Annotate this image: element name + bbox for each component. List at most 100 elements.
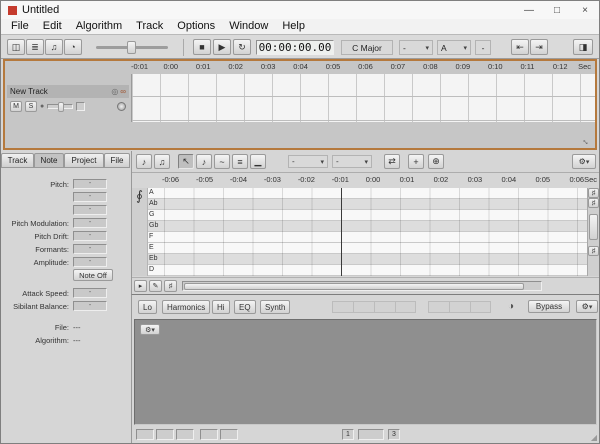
monitor-icon[interactable]: ◎ [111,87,118,96]
panel-toggle-icon[interactable]: ◨ [573,39,593,55]
play-button[interactable]: ▶ [213,39,231,55]
playhead[interactable] [341,188,342,276]
note-off-button[interactable]: Note Off [73,269,113,281]
volume-slider-handle[interactable] [58,102,64,112]
arrangement-view-icon[interactable]: ◫ [7,39,25,55]
pitch-value[interactable]: - [73,179,107,189]
window-resize-grip[interactable]: ◢ [591,433,597,442]
snap-left-icon[interactable]: ⇤ [511,39,529,55]
track-header[interactable]: New Track ◎ ∞ [7,85,129,98]
clock-view-icon[interactable]: ◔ [64,39,82,55]
track-lane-row[interactable] [132,74,595,97]
tab-harmonics[interactable]: Harmonics [162,300,210,314]
macro-segment[interactable] [332,301,353,313]
minimize-button[interactable]: — [515,1,543,19]
pitch-modulation-value[interactable]: - [73,218,107,228]
tab-track[interactable]: Track [1,153,34,168]
scale-sharp-button[interactable]: ♯ [588,246,599,256]
pitch-drift-value[interactable]: - [73,231,107,241]
close-button[interactable]: × [571,1,599,19]
macro-segment[interactable] [374,301,395,313]
tool-value-box-1[interactable]: - ▾ [288,155,328,168]
output-checkbox[interactable] [76,102,85,111]
tab-hi[interactable]: Hi [212,300,230,314]
pitch-row[interactable]: D [148,265,587,276]
sibilant-balance-value[interactable]: - [73,301,107,311]
display-gear-icon[interactable]: ⚙ ▾ [140,324,160,335]
zoom-slider-handle[interactable] [127,41,136,54]
editor-horizontal-scrollbar[interactable] [182,281,542,291]
cycle-button[interactable]: ↻ [233,39,251,55]
tab-file[interactable]: File [104,153,130,168]
sound-editor-display[interactable]: ⚙ ▾ [134,319,597,425]
macro-segment[interactable] [449,301,470,313]
scale-mode-selector[interactable]: - ▾ [399,40,433,55]
vibrato-tool-icon[interactable]: ~ [214,154,230,169]
tool-value-box-2[interactable]: - ▾ [332,155,372,168]
tab-note[interactable]: Note [34,153,64,168]
amplitude-value[interactable]: - [73,257,107,267]
macro-segment[interactable] [353,301,374,313]
bypass-button[interactable]: Bypass [528,300,570,313]
editor-settings-gear-icon[interactable]: ⚙ ▾ [572,154,596,169]
key-selector[interactable]: C Major [341,40,393,55]
track-ruler[interactable]: -0:01 0:00 0:01 0:02 0:03 0:04 0:05 0:06… [131,62,571,74]
hscroll-thumb[interactable] [184,283,524,290]
menu-options[interactable]: Options [170,19,222,34]
panel-resize-grip[interactable]: ↔ [580,134,593,147]
reference-pitch-selector[interactable]: A ▾ [437,40,471,55]
sharp-icon[interactable]: ♯ [164,280,177,292]
volume-slider-track[interactable] [47,104,73,109]
mixer-view-icon[interactable]: ≣ [26,39,44,55]
pencil-icon[interactable]: ✎ [149,280,162,292]
tab-lo[interactable]: Lo [138,300,157,314]
macro-slot[interactable] [176,429,194,440]
editor-vertical-scrollbar[interactable]: ♯ ♯ ♯ [587,188,599,276]
tab-eq[interactable]: EQ [234,300,256,314]
pitch-hz-value[interactable]: - [73,205,107,215]
note-mode-icon[interactable]: ♪ [136,154,152,169]
macro-slot[interactable] [220,429,238,440]
page-current[interactable]: 1 [342,429,354,440]
scroll-tool-icon[interactable]: + [408,154,424,169]
main-tool-icon[interactable]: ↖ [178,154,194,169]
formants-value[interactable]: - [73,244,107,254]
macro-segment[interactable] [470,301,491,313]
time-display[interactable]: 00:00:00.00 [256,40,334,55]
macro-slot[interactable] [156,429,174,440]
record-arm-icon[interactable]: ● [40,103,44,110]
pitch-row[interactable]: G [148,210,587,221]
tab-synth[interactable]: Synth [260,300,290,314]
sound-settings-gear-icon[interactable]: ⚙ ▾ [576,300,598,313]
page-slider[interactable] [358,429,384,440]
menu-window[interactable]: Window [222,19,275,34]
attack-speed-value[interactable]: - [73,288,107,298]
tab-project[interactable]: Project [64,153,104,168]
stop-button[interactable]: ■ [193,39,211,55]
track-name[interactable]: New Track [10,87,48,96]
pitch-row[interactable]: Gb [148,221,587,232]
menu-algorithm[interactable]: Algorithm [69,19,129,34]
zoom-tool-icon[interactable]: ⊕ [428,154,444,169]
page-total[interactable]: 3 [388,429,400,440]
menu-track[interactable]: Track [129,19,170,34]
macro-segment[interactable] [395,301,416,313]
pitch-row[interactable]: F [148,232,587,243]
editor-ruler[interactable]: -0:06 -0:05 -0:04 -0:03 -0:02 -0:01 0:00… [162,175,583,187]
marker-icon[interactable]: ▸ [134,280,147,292]
note-view-icon[interactable]: ♫ [45,39,63,55]
pitch-row[interactable]: A [148,188,587,199]
amplitude-tool-icon[interactable]: ▁ [250,154,266,169]
macro-slot[interactable] [200,429,218,440]
pitch-row[interactable]: Ab [148,199,587,210]
chord-mode-icon[interactable]: ♫ [154,154,170,169]
link-icon[interactable]: ∞ [120,87,126,96]
scale-sharp-button[interactable]: ♯ [588,198,599,208]
mute-button[interactable]: M [10,101,22,112]
menu-help[interactable]: Help [275,19,312,34]
track-lanes[interactable] [131,74,595,122]
macro-segment[interactable] [428,301,449,313]
pan-knob[interactable] [117,102,126,111]
pitch-row[interactable]: E [148,243,587,254]
macro-slot[interactable] [136,429,154,440]
